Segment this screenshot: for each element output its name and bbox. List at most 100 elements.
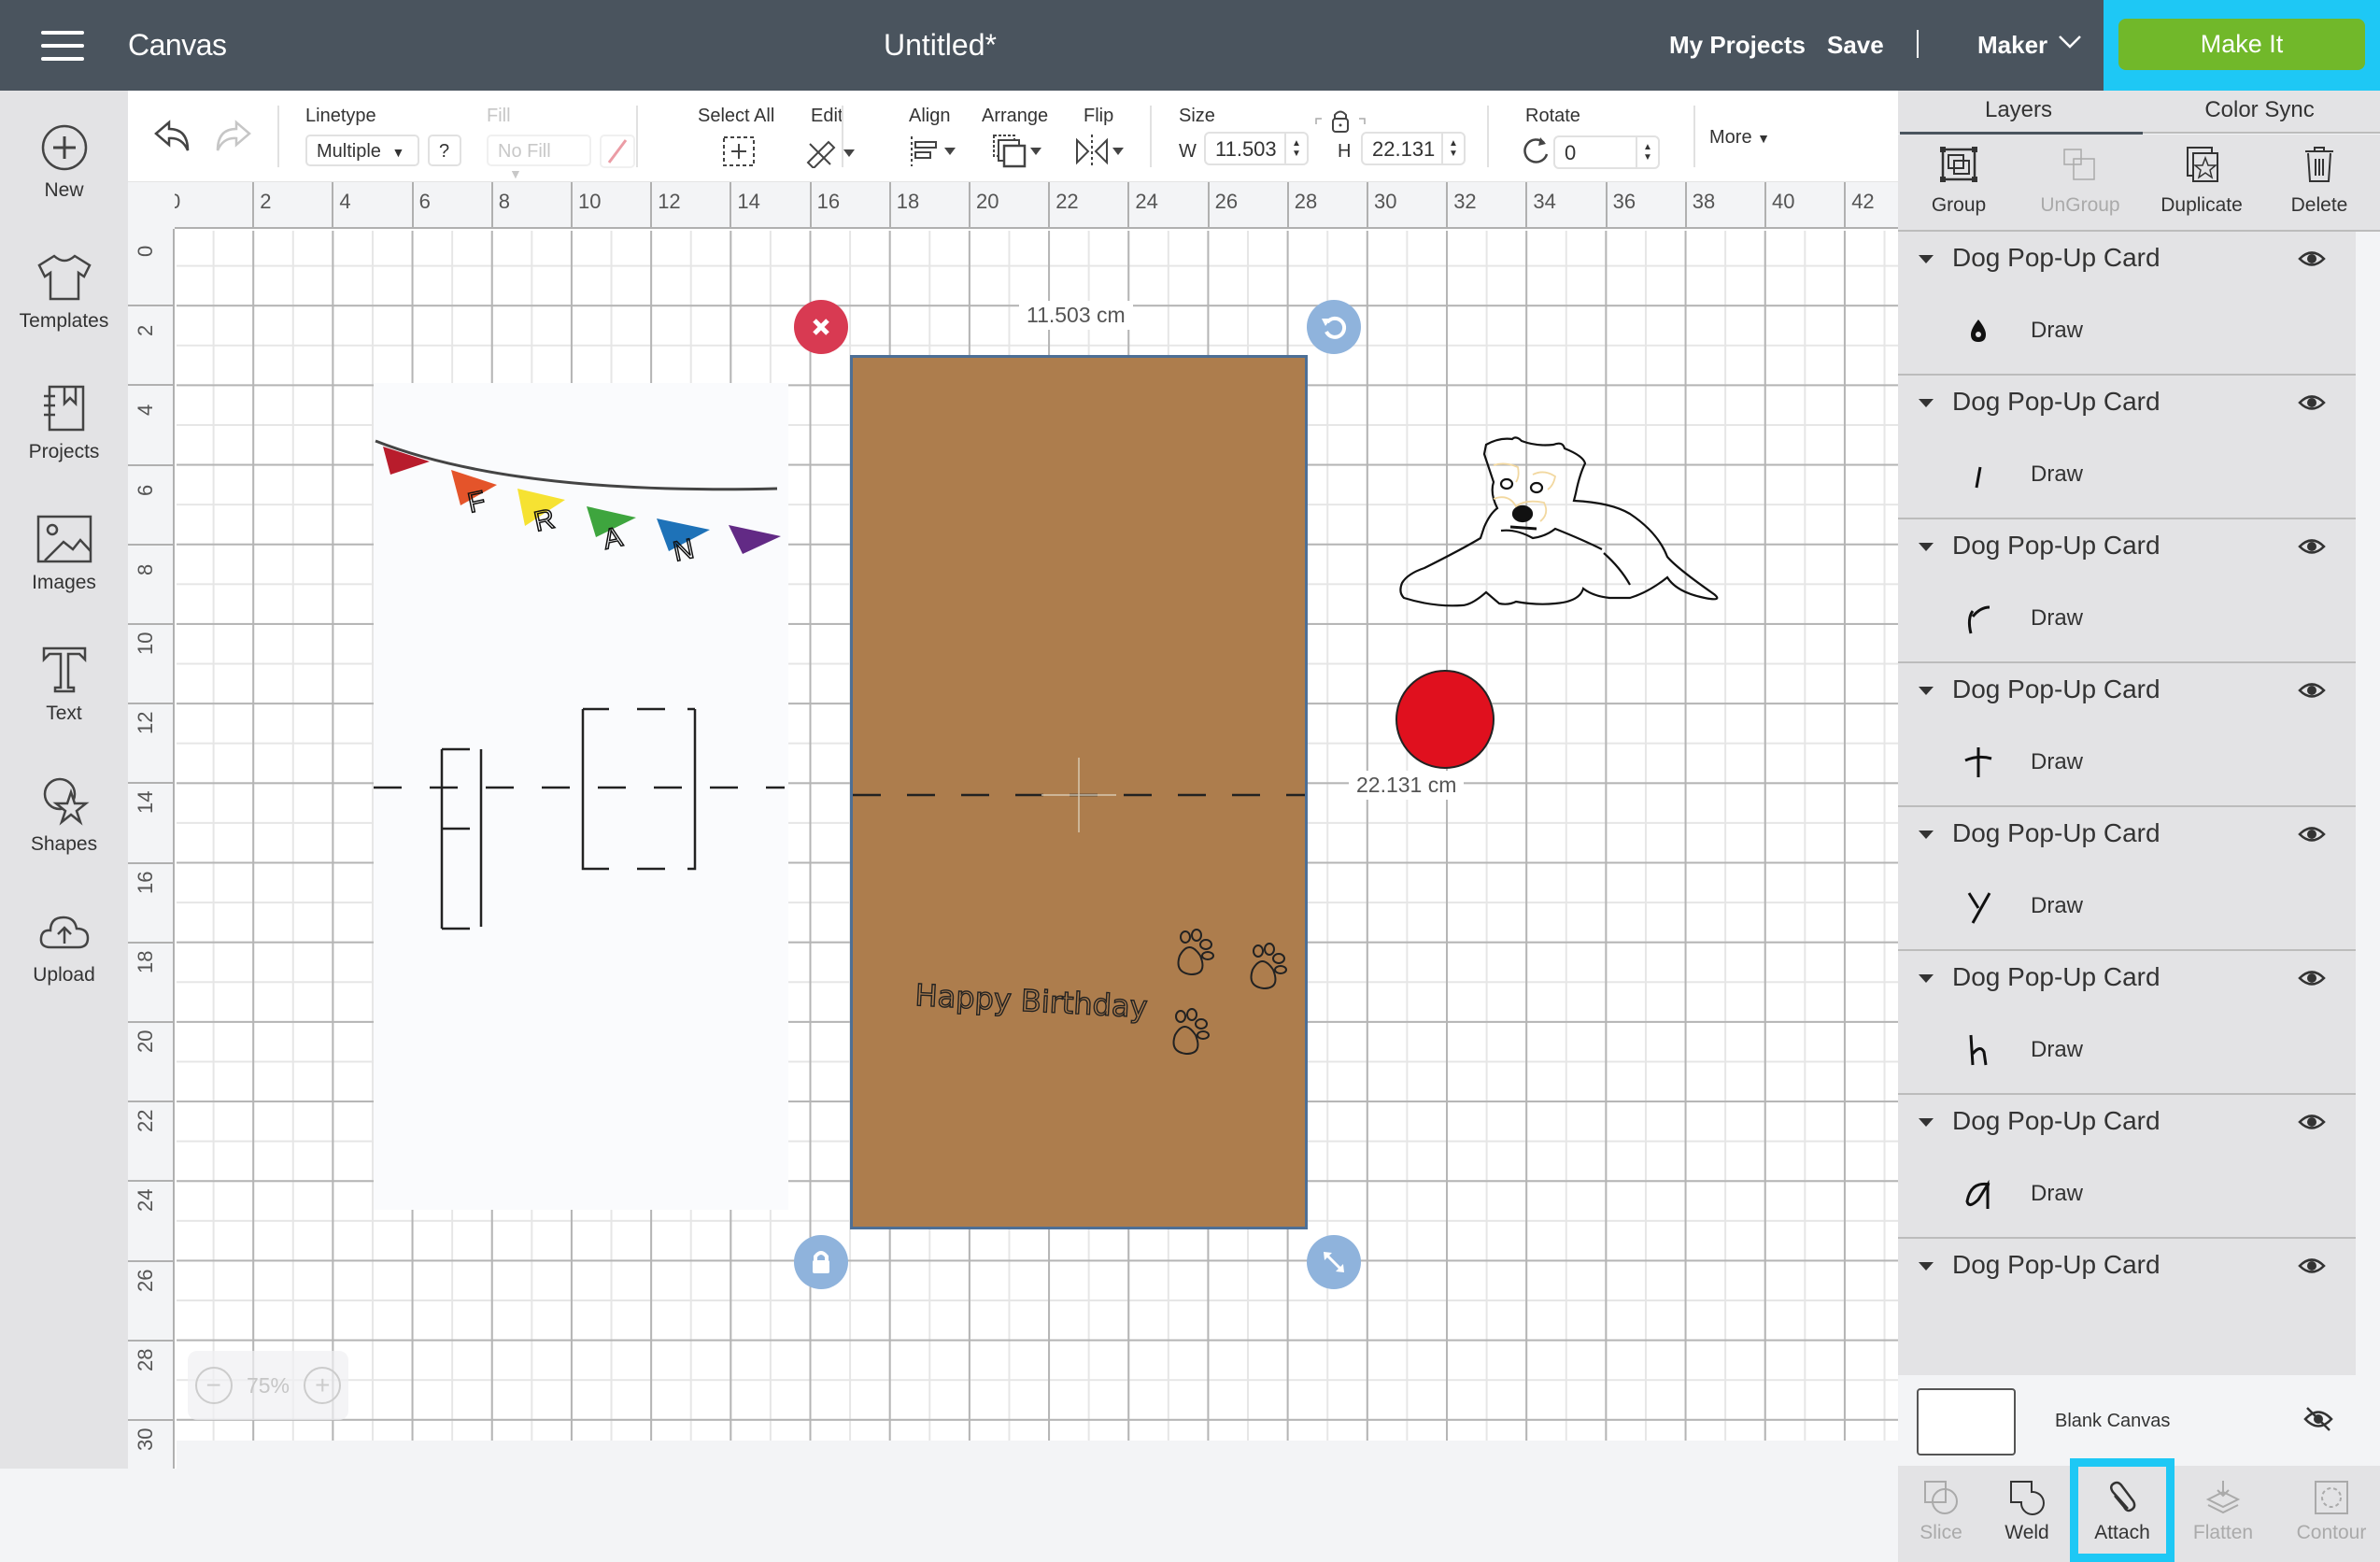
tab-layers[interactable]: Layers [1898, 97, 2139, 123]
height-input[interactable]: 22.131 ▲ ▼ [1361, 132, 1466, 165]
rotate-handle[interactable] [1307, 300, 1361, 354]
select-all-icon[interactable] [721, 135, 757, 168]
delete-handle[interactable] [794, 300, 848, 354]
slice-button[interactable]: Slice [1898, 1466, 1984, 1544]
zoom-out-button[interactable]: − [194, 1367, 233, 1404]
layer-group[interactable]: Dog Pop-Up Card Draw [1898, 376, 2356, 519]
layer-group[interactable]: Dog Pop-Up Card Draw [1898, 663, 2356, 807]
linetype-help-button[interactable]: ? [428, 135, 461, 166]
redo-icon[interactable] [212, 119, 253, 154]
flatten-button[interactable]: Flatten [2180, 1466, 2266, 1544]
ruler-x-label: 34 [1533, 190, 1556, 213]
menu-icon[interactable] [41, 31, 84, 61]
width-stepper[interactable]: ▲ ▼ [1284, 134, 1307, 163]
layer-child-label[interactable]: Draw [2031, 1181, 2083, 1207]
eye-hidden-icon[interactable] [2303, 1405, 2333, 1433]
resize-handle[interactable] [1307, 1235, 1361, 1289]
group-button[interactable]: Group [1898, 135, 2019, 217]
sidebar-item-templates[interactable]: Templates [0, 252, 128, 333]
layer-group[interactable]: Dog Pop-Up Card [1898, 1239, 2356, 1375]
horizontal-scrollbar[interactable] [177, 1441, 1898, 1469]
linetype-select[interactable]: Multiple ▼ [305, 135, 419, 166]
card-inner-panel[interactable]: FRAN [374, 383, 788, 1210]
height-dimension-label: 22.131 cm [1349, 771, 1465, 800]
layer-child-label[interactable]: Draw [2031, 749, 2083, 775]
bunting-banner: FRA N [375, 439, 781, 568]
dog-illustration[interactable] [1396, 428, 1742, 624]
eye-icon[interactable] [2298, 1112, 2326, 1132]
eye-icon[interactable] [2298, 1256, 2326, 1276]
layer-group[interactable]: Dog Pop-Up Card Draw [1898, 1095, 2356, 1239]
sidebar-item-projects[interactable]: Projects [0, 383, 128, 463]
machine-selector[interactable]: Maker [1977, 31, 2047, 60]
layer-child-label[interactable]: Draw [2031, 462, 2083, 488]
contour-button[interactable]: Contour [2288, 1466, 2374, 1544]
sidebar-item-shapes[interactable]: Shapes [0, 775, 128, 856]
caret-down-icon[interactable] [1919, 974, 1934, 983]
edit-icon[interactable] [802, 135, 858, 168]
lock-handle[interactable] [794, 1235, 848, 1289]
resize-arrows-icon [1324, 1252, 1344, 1272]
chevron-down-icon[interactable] [2058, 34, 2082, 50]
red-ball[interactable] [1394, 668, 1496, 771]
lock-aspect-icon[interactable] [1314, 109, 1367, 134]
eye-icon[interactable] [2298, 968, 2326, 988]
eye-icon[interactable] [2298, 248, 2326, 269]
ungroup-button[interactable]: UnGroup [2019, 135, 2141, 217]
layer-child-label[interactable]: Draw [2031, 318, 2083, 344]
toolbar: Linetype Multiple ▼ ? Fill No Fill ▼ Sel… [128, 91, 1898, 182]
eye-icon[interactable] [2298, 680, 2326, 701]
delete-button[interactable]: Delete [2259, 135, 2380, 217]
layer-group[interactable]: Dog Pop-Up Card Draw [1898, 807, 2356, 951]
layer-child-label[interactable]: Draw [2031, 893, 2083, 919]
rotate-input[interactable]: 0 ▲ ▼ [1553, 135, 1660, 169]
layer-group[interactable]: Dog Pop-Up Card Draw [1898, 951, 2356, 1095]
ruler-x-label: 32 [1453, 190, 1477, 213]
save-link[interactable]: Save [1827, 31, 1884, 60]
design-canvas[interactable]: FRAN Happy Birthday 11.503 cm 22.131 cm [128, 182, 1898, 1469]
layers-list[interactable]: Dog Pop-Up Card Draw Dog Pop-Up Card Dra… [1898, 232, 2356, 1375]
tab-color-sync[interactable]: Color Sync [2139, 97, 2380, 123]
layer-thumbnail-icon [1971, 320, 1986, 342]
document-title[interactable]: Untitled* [884, 28, 997, 63]
delete-label: Delete [2290, 194, 2348, 216]
sidebar-item-new[interactable]: New [0, 123, 128, 202]
height-stepper[interactable]: ▲ ▼ [1441, 134, 1464, 163]
sidebar-item-text[interactable]: Text [0, 645, 128, 725]
caret-down-icon[interactable] [1919, 399, 1934, 407]
caret-down-icon[interactable] [1919, 1262, 1934, 1271]
selected-card-base[interactable]: Happy Birthday [850, 355, 1308, 1229]
contour-label: Contour [2296, 1522, 2367, 1543]
eye-icon[interactable] [2298, 824, 2326, 845]
fill-color-swatch[interactable] [600, 135, 635, 168]
caret-down-icon[interactable] [1919, 543, 1934, 551]
rotate-stepper[interactable]: ▲ ▼ [1636, 137, 1658, 167]
ruler-y-tick [128, 1180, 175, 1183]
make-it-button[interactable]: Make It [2118, 19, 2365, 70]
flip-icon[interactable] [1073, 133, 1129, 170]
my-projects-link[interactable]: My Projects [1669, 31, 1806, 60]
more-menu[interactable]: More ▼ [1709, 127, 1770, 149]
layer-group[interactable]: Dog Pop-Up Card Draw [1898, 232, 2356, 376]
caret-down-icon[interactable] [1919, 255, 1934, 263]
zoom-in-button[interactable]: + [304, 1367, 342, 1404]
caret-down-icon[interactable] [1919, 687, 1934, 695]
eye-icon[interactable] [2298, 536, 2326, 557]
sidebar-item-images[interactable]: Images [0, 514, 128, 594]
fill-select[interactable]: No Fill ▼ [487, 135, 591, 181]
arrange-icon[interactable] [991, 133, 1047, 170]
width-input[interactable]: 11.503 ▲ ▼ [1204, 132, 1309, 165]
caret-down-icon[interactable] [1919, 1118, 1934, 1127]
align-icon[interactable] [909, 135, 959, 168]
blank-canvas-row[interactable]: Blank Canvas [1898, 1375, 2380, 1467]
caret-down-icon[interactable] [1919, 831, 1934, 839]
layer-group[interactable]: Dog Pop-Up Card Draw [1898, 519, 2356, 663]
undo-icon[interactable] [152, 119, 193, 154]
sidebar-item-upload[interactable]: Upload [0, 906, 128, 987]
layer-child-label[interactable]: Draw [2031, 1037, 2083, 1063]
canvas-color-swatch[interactable] [1917, 1388, 2016, 1456]
weld-button[interactable]: Weld [1984, 1466, 2070, 1544]
duplicate-button[interactable]: Duplicate [2141, 135, 2262, 217]
eye-icon[interactable] [2298, 392, 2326, 413]
layer-child-label[interactable]: Draw [2031, 605, 2083, 632]
